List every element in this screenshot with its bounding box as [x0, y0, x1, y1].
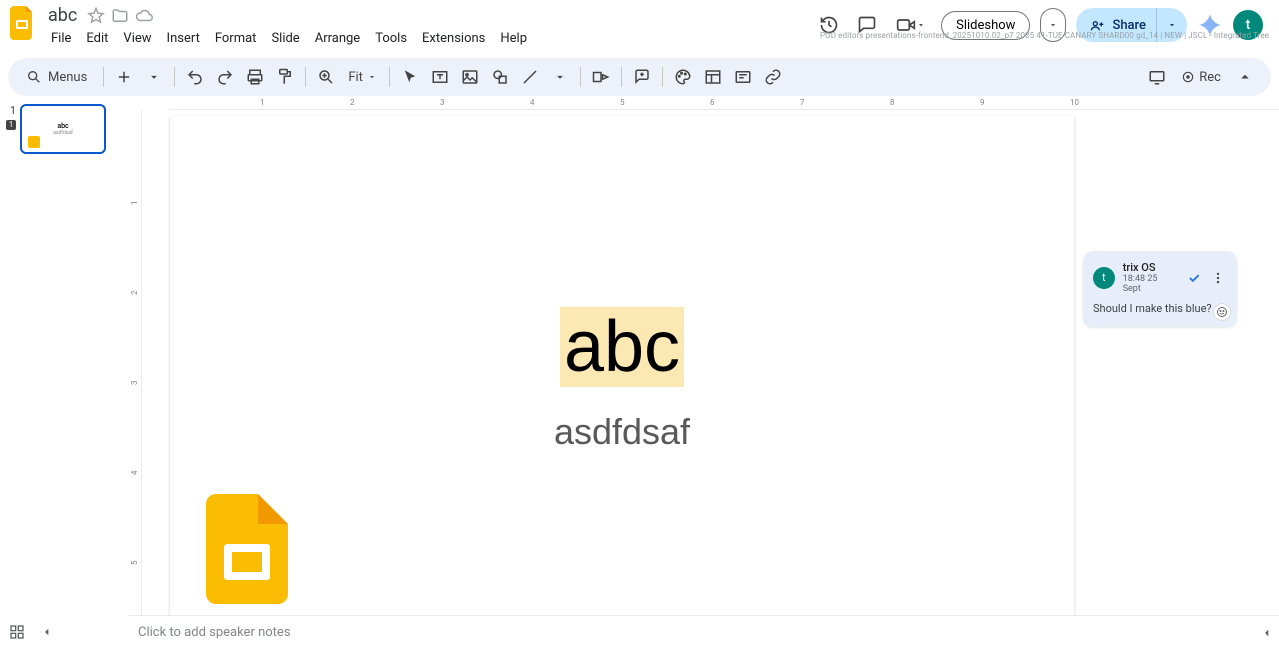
collapse-filmstrip-icon[interactable] — [36, 621, 58, 643]
menu-tools[interactable]: Tools — [368, 28, 414, 49]
comment-button[interactable] — [628, 63, 656, 91]
slides-logo-icon[interactable] — [10, 6, 36, 40]
paint-format-button[interactable] — [271, 63, 299, 91]
new-slide-button[interactable] — [110, 63, 138, 91]
menu-bar: File Edit View Insert Format Slide Arran… — [44, 28, 534, 49]
slide-title-box[interactable]: abc — [170, 306, 1074, 388]
slide-subtitle-box[interactable]: asdfdsaf — [170, 411, 1074, 453]
speaker-notes[interactable]: Click to add speaker notes — [128, 615, 1279, 649]
grid-view-icon[interactable] — [6, 621, 28, 643]
menus-label: Menus — [48, 70, 87, 85]
menu-file[interactable]: File — [44, 28, 78, 49]
textbox-tool[interactable] — [426, 63, 454, 91]
resolve-comment-icon[interactable] — [1185, 269, 1203, 287]
redo-button[interactable] — [211, 63, 239, 91]
menu-edit[interactable]: Edit — [79, 28, 115, 49]
rec-label: Rec — [1199, 70, 1221, 85]
title-column: abc File Edit View Insert Format Slide A… — [44, 4, 534, 49]
search-menus[interactable]: Menus — [16, 65, 97, 89]
slide-panel: 1 1 abc asdfdsaf — [0, 96, 128, 649]
menu-help[interactable]: Help — [493, 28, 534, 49]
doc-title[interactable]: abc — [44, 4, 81, 27]
thumb-logo-icon — [28, 136, 40, 148]
canvas-area: 1 2 3 4 5 6 7 8 9 10 1 2 3 4 5 abc asdfd… — [128, 96, 1279, 649]
new-slide-dropdown[interactable] — [140, 63, 168, 91]
move-folder-icon[interactable] — [111, 7, 129, 25]
comment-avatar: t — [1093, 267, 1115, 289]
slide-thumbnail-1[interactable]: abc asdfdsaf — [20, 104, 106, 154]
horizontal-ruler: 1 2 3 4 5 6 7 8 9 10 — [170, 96, 1279, 110]
menu-insert[interactable]: Insert — [160, 28, 207, 49]
comment-marker-icon[interactable]: 1 — [6, 120, 16, 130]
comment-card[interactable]: t trix OS 18:48 25 Sept Should I make th… — [1083, 251, 1237, 327]
layout-button[interactable] — [699, 63, 727, 91]
zoom-label: Fit — [348, 70, 363, 85]
print-button[interactable] — [241, 63, 269, 91]
transition-button[interactable] — [587, 63, 615, 91]
menu-format[interactable]: Format — [208, 28, 264, 49]
thumb-title: abc — [57, 122, 68, 130]
menu-view[interactable]: View — [116, 28, 158, 49]
slides-icon-image[interactable] — [206, 494, 288, 604]
apps-script-icon[interactable] — [1143, 63, 1171, 91]
toolbar: Menus Fit Rec — [8, 58, 1271, 96]
rec-button[interactable]: Rec — [1175, 68, 1227, 87]
thumb-subtitle: asdfdsaf — [53, 130, 73, 136]
line-dropdown[interactable] — [546, 63, 574, 91]
comment-text: Should I make this blue? — [1093, 302, 1227, 315]
comment-timestamp: 18:48 25 Sept — [1123, 274, 1177, 294]
collapse-toolbar-icon[interactable] — [1231, 63, 1259, 91]
undo-button[interactable] — [181, 63, 209, 91]
titlebar: abc File Edit View Insert Format Slide A… — [0, 0, 1279, 58]
menu-slide[interactable]: Slide — [264, 28, 306, 49]
build-info: POD editors presentations-frontend_20251… — [820, 31, 1269, 40]
cloud-status-icon[interactable] — [135, 7, 153, 25]
comment-author: trix OS — [1123, 261, 1177, 274]
shape-tool[interactable] — [486, 63, 514, 91]
select-tool[interactable] — [396, 63, 424, 91]
zoom-tool[interactable] — [312, 63, 340, 91]
comment-menu-icon[interactable] — [1209, 269, 1227, 287]
vertical-ruler: 1 2 3 4 5 — [128, 110, 142, 649]
line-tool[interactable] — [516, 63, 544, 91]
star-icon[interactable] — [87, 7, 105, 25]
background-button[interactable] — [669, 63, 697, 91]
theme-button[interactable] — [729, 63, 757, 91]
slide-title-text: abc — [560, 307, 684, 387]
show-sidepanel-icon[interactable] — [1259, 625, 1277, 643]
menu-arrange[interactable]: Arrange — [308, 28, 367, 49]
zoom-level[interactable]: Fit — [342, 68, 383, 87]
workspace: 1 1 abc asdfdsaf 1 2 3 4 5 6 7 8 9 10 1 … — [0, 96, 1279, 649]
image-tool[interactable] — [456, 63, 484, 91]
slide-number: 1 — [0, 104, 16, 117]
menu-extensions[interactable]: Extensions — [415, 28, 492, 49]
emoji-react-icon[interactable] — [1213, 303, 1231, 321]
link-button[interactable] — [759, 63, 787, 91]
slide-canvas[interactable]: abc asdfdsaf — [170, 116, 1074, 626]
